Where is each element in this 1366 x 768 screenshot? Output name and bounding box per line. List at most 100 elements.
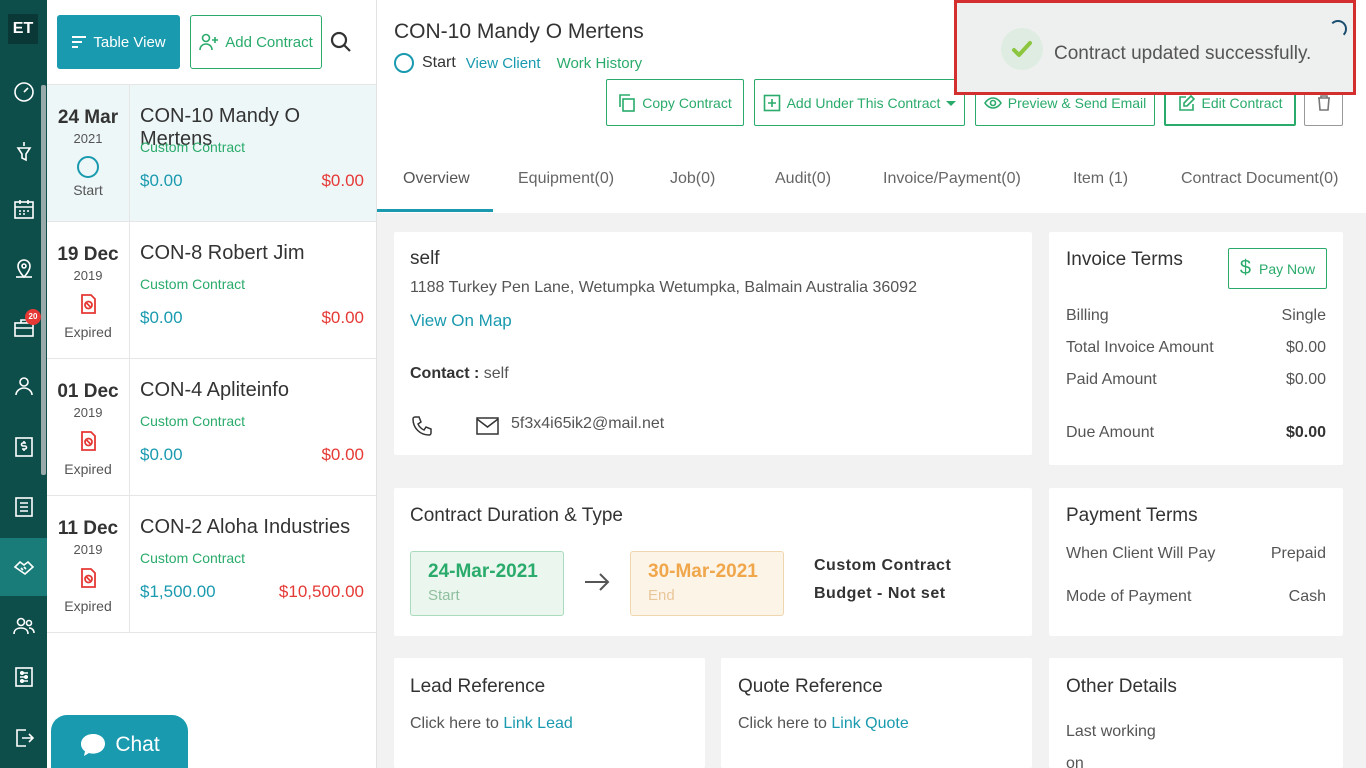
chat-label: Chat <box>115 733 160 756</box>
tab-item[interactable]: Item (1) <box>1073 170 1128 188</box>
when-client-pay-label: When Client Will Pay <box>1066 545 1216 562</box>
list-item-amount: $1,500.00 <box>140 582 216 601</box>
list-item[interactable]: 24 Mar 2021 Start CON-10 Mandy O Mertens… <box>47 85 376 222</box>
list-item-date: 11 Dec 2019 Expired <box>47 496 130 633</box>
mode-of-payment-label: Mode of Payment <box>1066 588 1192 605</box>
expired-status-icon <box>81 568 96 588</box>
map-pin-icon[interactable] <box>0 248 47 288</box>
quote-reference-card: Quote Reference Click here to Link Quote <box>721 658 1032 768</box>
tab-equipment[interactable]: Equipment(0) <box>518 170 614 188</box>
list-item-day: 19 Dec <box>57 244 119 265</box>
view-on-map-link[interactable]: View On Map <box>410 311 512 331</box>
handshake-icon[interactable] <box>0 538 47 596</box>
add-under-contract-label: Add Under This Contract <box>786 94 941 111</box>
sliders-icon[interactable] <box>0 657 47 697</box>
client-name: self <box>410 248 440 269</box>
tab-invoice-payment[interactable]: Invoice/Payment(0) <box>883 170 1021 188</box>
contract-list-panel: Table View Add Contract 24 Mar 2021 Star… <box>47 0 377 768</box>
total-invoice-label: Total Invoice Amount <box>1066 339 1214 356</box>
list-item[interactable]: 11 Dec 2019 Expired CON-2 Aloha Industri… <box>47 496 376 633</box>
list-item-date: 19 Dec 2019 Expired <box>47 222 130 359</box>
due-amount-label: Due Amount <box>1066 424 1155 441</box>
when-client-pay-value: Prepaid <box>1270 545 1326 562</box>
add-contract-button[interactable]: Add Contract <box>190 15 322 69</box>
pay-now-label: Pay Now <box>1259 260 1316 277</box>
users-icon[interactable] <box>0 606 47 646</box>
tab-overview[interactable]: Overview <box>403 170 470 188</box>
tab-audit[interactable]: Audit(0) <box>775 170 831 188</box>
rail-scrollbar[interactable] <box>41 85 46 475</box>
contact-label: Contact : <box>410 365 480 382</box>
list-item-status: Expired <box>64 598 112 614</box>
list-item-amount: $0.00 <box>140 308 183 327</box>
tab-contract-document[interactable]: Contract Document(0) <box>1181 170 1338 188</box>
eye-icon <box>983 96 1002 109</box>
list-item-name: CON-8 Robert Jim <box>140 242 305 264</box>
contract-detail: CON-10 Mandy O Mertens Start View Client… <box>377 0 1366 768</box>
duration-title: Contract Duration & Type <box>410 505 623 526</box>
start-date: 24-Mar-2021 <box>428 561 538 582</box>
link-quote-link[interactable]: Link Quote <box>831 715 908 732</box>
app-logo[interactable]: ET <box>8 14 38 44</box>
funnel-icon[interactable] <box>0 131 47 171</box>
status-label: Start <box>422 54 456 71</box>
caret-down-icon <box>946 100 957 106</box>
billing-row: Billing Single <box>1066 307 1326 325</box>
list-item[interactable]: 19 Dec 2019 Expired CON-8 Robert Jim Cus… <box>47 222 376 359</box>
add-under-contract-button[interactable]: Add Under This Contract <box>754 79 965 126</box>
pay-now-button[interactable]: $ Pay Now <box>1228 248 1327 289</box>
list-icon[interactable] <box>0 487 47 527</box>
client-card: self 1188 Turkey Pen Lane, Wetumpka Wetu… <box>394 232 1032 455</box>
link-lead-link[interactable]: Link Lead <box>503 715 572 732</box>
list-item[interactable]: 01 Dec 2019 Expired CON-4 Apliteinfo Cus… <box>47 359 376 496</box>
chat-button[interactable]: Chat <box>51 715 188 768</box>
copy-contract-button[interactable]: Copy Contract <box>606 79 744 126</box>
when-client-pay-row: When Client Will Pay Prepaid <box>1066 545 1326 563</box>
menu-lines-icon <box>72 36 87 48</box>
dollar-icon: $ <box>1239 257 1252 279</box>
work-history-link[interactable]: Work History <box>557 55 643 72</box>
copy-contract-label: Copy Contract <box>642 94 732 111</box>
view-client-link[interactable]: View Client <box>466 55 541 72</box>
logout-icon[interactable] <box>0 718 47 758</box>
other-details-text: Last working on <box>1066 716 1156 768</box>
arrow-right-icon <box>585 573 610 591</box>
table-view-button[interactable]: Table View <box>57 15 180 69</box>
notification-badge: 20 <box>25 309 41 325</box>
add-user-icon <box>199 33 219 51</box>
client-email[interactable]: 5f3x4i65ik2@mail.net <box>511 415 664 433</box>
active-tab-indicator <box>377 209 493 212</box>
list-item-year: 2021 <box>73 131 103 146</box>
dashboard-icon[interactable] <box>0 72 47 112</box>
end-date-box: 30-Mar-2021 End <box>630 551 784 616</box>
list-item-status: Expired <box>64 461 112 477</box>
list-item-date: 24 Mar 2021 Start <box>47 85 130 222</box>
mail-icon[interactable] <box>476 416 499 436</box>
invoice-terms-title: Invoice Terms <box>1066 249 1183 270</box>
user-icon[interactable] <box>0 366 47 406</box>
add-contract-label: Add Contract <box>225 33 313 51</box>
briefcase-icon[interactable]: 20 <box>0 307 47 347</box>
other-details-title: Other Details <box>1066 676 1177 697</box>
start-date-box: 24-Mar-2021 Start <box>410 551 564 616</box>
contact-row: Contact : self <box>410 365 509 383</box>
tab-job[interactable]: Job(0) <box>670 170 715 188</box>
list-item-day: 01 Dec <box>57 381 119 402</box>
dollar-icon[interactable] <box>0 427 47 467</box>
list-item-type: Custom Contract <box>140 139 246 155</box>
contract-type-info: Custom Contract Budget - Not set <box>814 552 951 608</box>
phone-icon[interactable] <box>410 414 434 438</box>
list-item-amount-red: $0.00 <box>321 171 364 190</box>
expired-status-icon <box>81 431 96 451</box>
list-item-year: 2019 <box>73 405 103 420</box>
last-working-label: Last working <box>1066 723 1156 740</box>
tab-bar: Overview Equipment(0) Job(0) Audit(0) In… <box>377 160 1366 212</box>
other-details-card: Other Details Last working on <box>1049 658 1343 768</box>
search-icon[interactable] <box>329 30 353 54</box>
calendar-icon[interactable] <box>0 189 47 229</box>
list-item-date: 01 Dec 2019 Expired <box>47 359 130 496</box>
start-status-icon <box>394 53 414 73</box>
preview-send-email-label: Preview & Send Email <box>1007 94 1147 111</box>
paid-amount-label: Paid Amount <box>1066 371 1157 388</box>
end-date-label: End <box>648 587 675 604</box>
